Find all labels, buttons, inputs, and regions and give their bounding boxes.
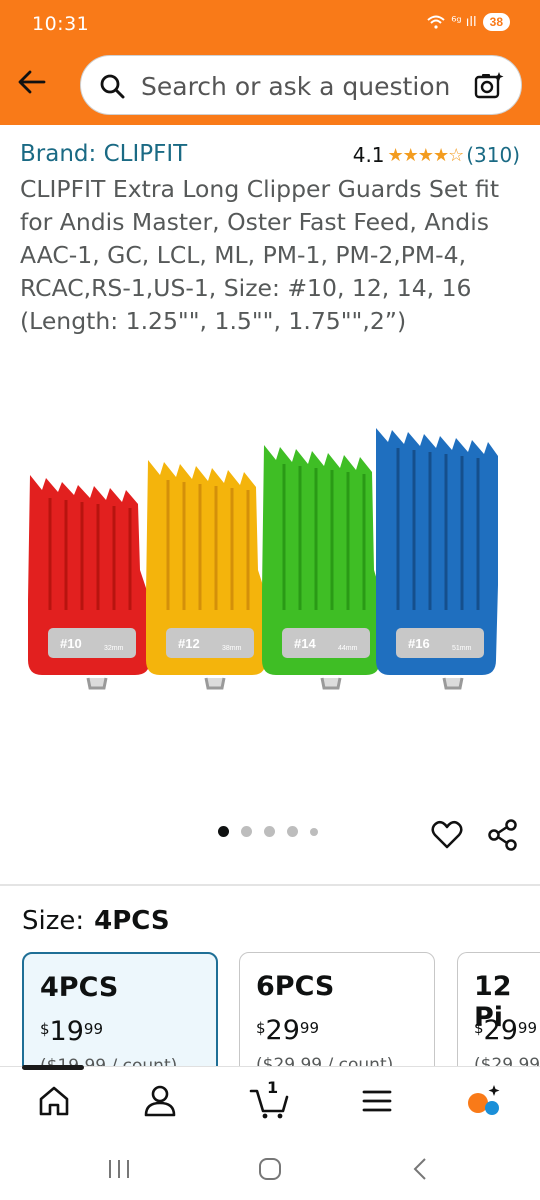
- star-rating-icon: ★★★★☆: [387, 144, 465, 166]
- guard-16-label: #16: [408, 636, 430, 651]
- battery-indicator: 38: [482, 13, 510, 31]
- home-button-icon[interactable]: [255, 1154, 285, 1184]
- home-icon[interactable]: [34, 1081, 74, 1121]
- price-currency: $: [40, 1020, 50, 1038]
- guard-16-sub: 51mm: [452, 645, 472, 652]
- guard-10-sub: 32mm: [104, 645, 124, 652]
- product-title: CLIPFIT Extra Long Clipper Guards Set fi…: [20, 175, 500, 335]
- rating-count[interactable]: (310): [466, 143, 520, 167]
- guard-14-sub: 44mm: [338, 645, 358, 652]
- size-option-price: $ 29 99: [474, 1015, 537, 1046]
- guard-14-label: #14: [294, 636, 316, 651]
- size-selected-value: 4PCS: [94, 906, 170, 936]
- price-currency: $: [256, 1019, 266, 1037]
- price-cents: 99: [299, 1019, 319, 1037]
- heart-icon[interactable]: [430, 818, 464, 852]
- menu-icon[interactable]: [357, 1081, 397, 1121]
- rating[interactable]: 4.1 ★★★★☆ (310): [353, 143, 520, 167]
- size-option-price: $ 19 99: [40, 1016, 103, 1047]
- carousel-dot[interactable]: [218, 826, 229, 837]
- brand-link[interactable]: Brand: CLIPFIT: [20, 141, 187, 167]
- carousel-dot[interactable]: [264, 826, 275, 837]
- search-input[interactable]: Search or ask a question: [141, 72, 450, 101]
- search-icon: [100, 74, 125, 99]
- back-button-icon[interactable]: [406, 1154, 436, 1184]
- guard-10: #10 32mm: [28, 475, 150, 690]
- price-whole: 29: [265, 1015, 300, 1046]
- carousel-dot[interactable]: [241, 826, 252, 837]
- rufus-assistant-icon[interactable]: [464, 1081, 504, 1121]
- guard-10-label: #10: [60, 636, 82, 651]
- signal-icon: ⁶ᵍ ıll: [451, 14, 477, 30]
- back-arrow-icon[interactable]: [16, 66, 48, 98]
- price-whole: 29: [483, 1015, 518, 1046]
- status-icons: ⁶ᵍ ıll 38: [427, 13, 510, 31]
- account-icon[interactable]: [140, 1081, 180, 1121]
- size-caption: Size:: [22, 906, 85, 936]
- size-option-name: 6PCS: [256, 971, 335, 1002]
- price-whole: 19: [49, 1016, 84, 1047]
- cart-count-badge: 1: [267, 1078, 279, 1097]
- guard-16: #16 51mm: [376, 428, 498, 690]
- price-currency: $: [474, 1019, 484, 1037]
- top-bar: 10:31 ⁶ᵍ ıll 38 Search or ask a question: [0, 0, 540, 125]
- size-label: Size: 4PCS: [22, 906, 170, 936]
- guard-12: #12 38mm: [146, 460, 266, 690]
- product-image[interactable]: #10 32mm #12 38mm #14 44mm #16 51mm: [20, 420, 520, 710]
- wifi-icon: [427, 15, 445, 29]
- rating-value: 4.1: [352, 143, 385, 167]
- guard-14: #14 44mm: [262, 445, 380, 690]
- guard-12-label: #12: [178, 636, 200, 651]
- size-option-name: 4PCS: [40, 972, 119, 1003]
- carousel-dot[interactable]: [310, 827, 318, 836]
- carousel-dot[interactable]: [287, 826, 298, 837]
- camera-lens-icon[interactable]: [473, 70, 505, 102]
- size-option-price: $ 29 99: [256, 1015, 319, 1046]
- guard-12-sub: 38mm: [222, 645, 242, 652]
- bottom-nav: [0, 1065, 540, 1134]
- share-icon[interactable]: [486, 818, 520, 852]
- status-time: 10:31: [32, 13, 90, 35]
- divider: [0, 884, 540, 886]
- nav-active-indicator: [22, 1065, 84, 1070]
- search-bar[interactable]: Search or ask a question: [80, 55, 522, 115]
- price-cents: 99: [517, 1019, 537, 1037]
- recent-apps-icon[interactable]: [104, 1154, 134, 1184]
- carousel-dots[interactable]: [218, 826, 318, 837]
- system-nav-bar: [0, 1134, 540, 1200]
- price-cents: 99: [83, 1020, 103, 1038]
